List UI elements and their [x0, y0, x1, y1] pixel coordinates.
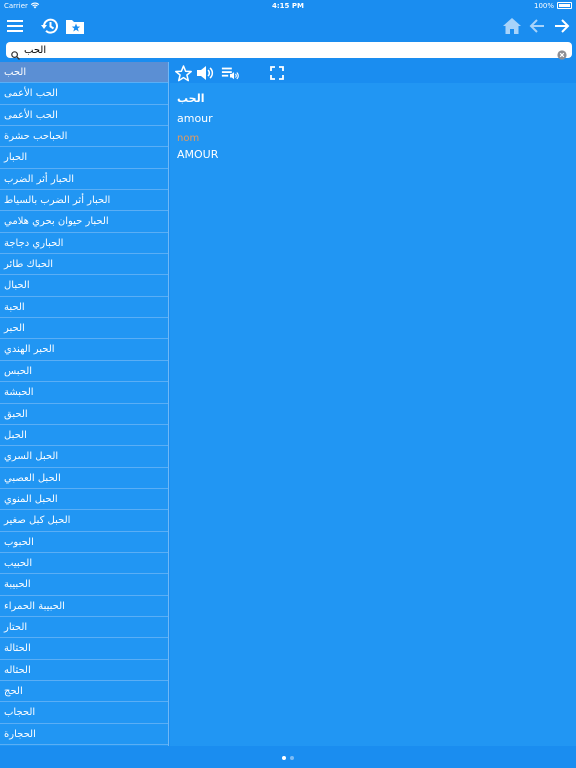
forward-arrow-icon[interactable] [550, 14, 574, 38]
fullscreen-icon[interactable] [268, 64, 286, 82]
word-list-item[interactable]: الحباك طائر [0, 254, 168, 276]
word-list-item[interactable]: الحباري دجاجة [0, 233, 168, 255]
history-icon[interactable] [38, 14, 62, 38]
search-input[interactable] [22, 42, 552, 58]
word-list-item[interactable]: الحبيب [0, 553, 168, 575]
word-list-item[interactable]: الحبيبة [0, 574, 168, 596]
status-bar: Carrier 4:15 PM 100% [0, 0, 576, 12]
word-list-item[interactable]: الحج [0, 681, 168, 703]
translation-uppercase: AMOUR [177, 148, 219, 161]
part-of-speech: nom [177, 133, 200, 144]
bookmarks-folder-icon[interactable] [63, 14, 87, 38]
headword: الحب [177, 92, 205, 105]
word-list-item[interactable]: الحباحب حشرة [0, 126, 168, 148]
word-list-item[interactable]: الحجارة [0, 724, 168, 745]
word-list-item[interactable]: الحبار [0, 147, 168, 169]
word-list-item[interactable]: الحبل السري [0, 446, 168, 468]
back-arrow-icon[interactable] [525, 14, 549, 38]
bottom-bar [0, 746, 576, 768]
word-list-item[interactable]: الحثالة [0, 638, 168, 660]
search-box [6, 42, 572, 60]
word-list: الحب الحب الأعمى الحب الأعمى الحباحب حشرة ال… [0, 62, 169, 746]
translation: amour [177, 112, 213, 125]
definition-pane: الحب amour nom AMOUR [170, 83, 576, 746]
word-list-item[interactable]: الحجاب [0, 702, 168, 724]
word-list-item[interactable]: الحبل العصبي [0, 468, 168, 489]
word-list-item[interactable]: الحبة [0, 297, 168, 319]
search-bar [0, 40, 576, 62]
word-list-item[interactable]: الحب الأعمى [0, 105, 168, 127]
clock: 4:15 PM [272, 2, 304, 10]
word-list-item[interactable]: الحثاله [0, 660, 168, 681]
word-list-item[interactable]: الحبق [0, 404, 168, 425]
detail-toolbar [170, 62, 576, 83]
word-list-item[interactable]: الحبل [0, 425, 168, 447]
playlist-audio-icon[interactable] [221, 64, 239, 82]
word-list-item[interactable]: الحبل كبل صغير [0, 510, 168, 532]
word-list-item[interactable]: الحبال [0, 275, 168, 297]
word-list-item[interactable]: الحبار حيوان بحري هلامي [0, 211, 168, 233]
page-dot-active[interactable] [282, 756, 286, 760]
speaker-icon[interactable] [196, 64, 214, 82]
battery-percent: 100% [533, 2, 554, 10]
top-toolbar [0, 12, 576, 40]
word-list-item[interactable]: الحبار أثر الضرب [0, 169, 168, 191]
word-list-item[interactable]: الحبر [0, 318, 168, 340]
word-list-item[interactable]: الحبل المنوي [0, 489, 168, 511]
word-list-item[interactable]: الحبشة [0, 382, 168, 404]
word-list-item[interactable]: الحبوب [0, 532, 168, 553]
word-list-item[interactable]: الحتار [0, 617, 168, 639]
page-dot[interactable] [290, 756, 294, 760]
star-icon[interactable] [174, 64, 192, 82]
menu-icon[interactable] [3, 14, 27, 38]
word-list-item[interactable]: الحبيبة الحمراء [0, 596, 168, 617]
word-list-item[interactable]: الحب الأعمى [0, 83, 168, 105]
word-list-item-selected[interactable]: الحب [0, 62, 168, 84]
word-list-item[interactable]: الحبر الهندي [0, 339, 168, 361]
word-list-item[interactable]: الحبار أثر الضرب بالسياط [0, 190, 168, 212]
word-list-item[interactable]: الحبس [0, 361, 168, 383]
home-icon[interactable] [500, 14, 524, 38]
battery-icon [557, 2, 572, 9]
